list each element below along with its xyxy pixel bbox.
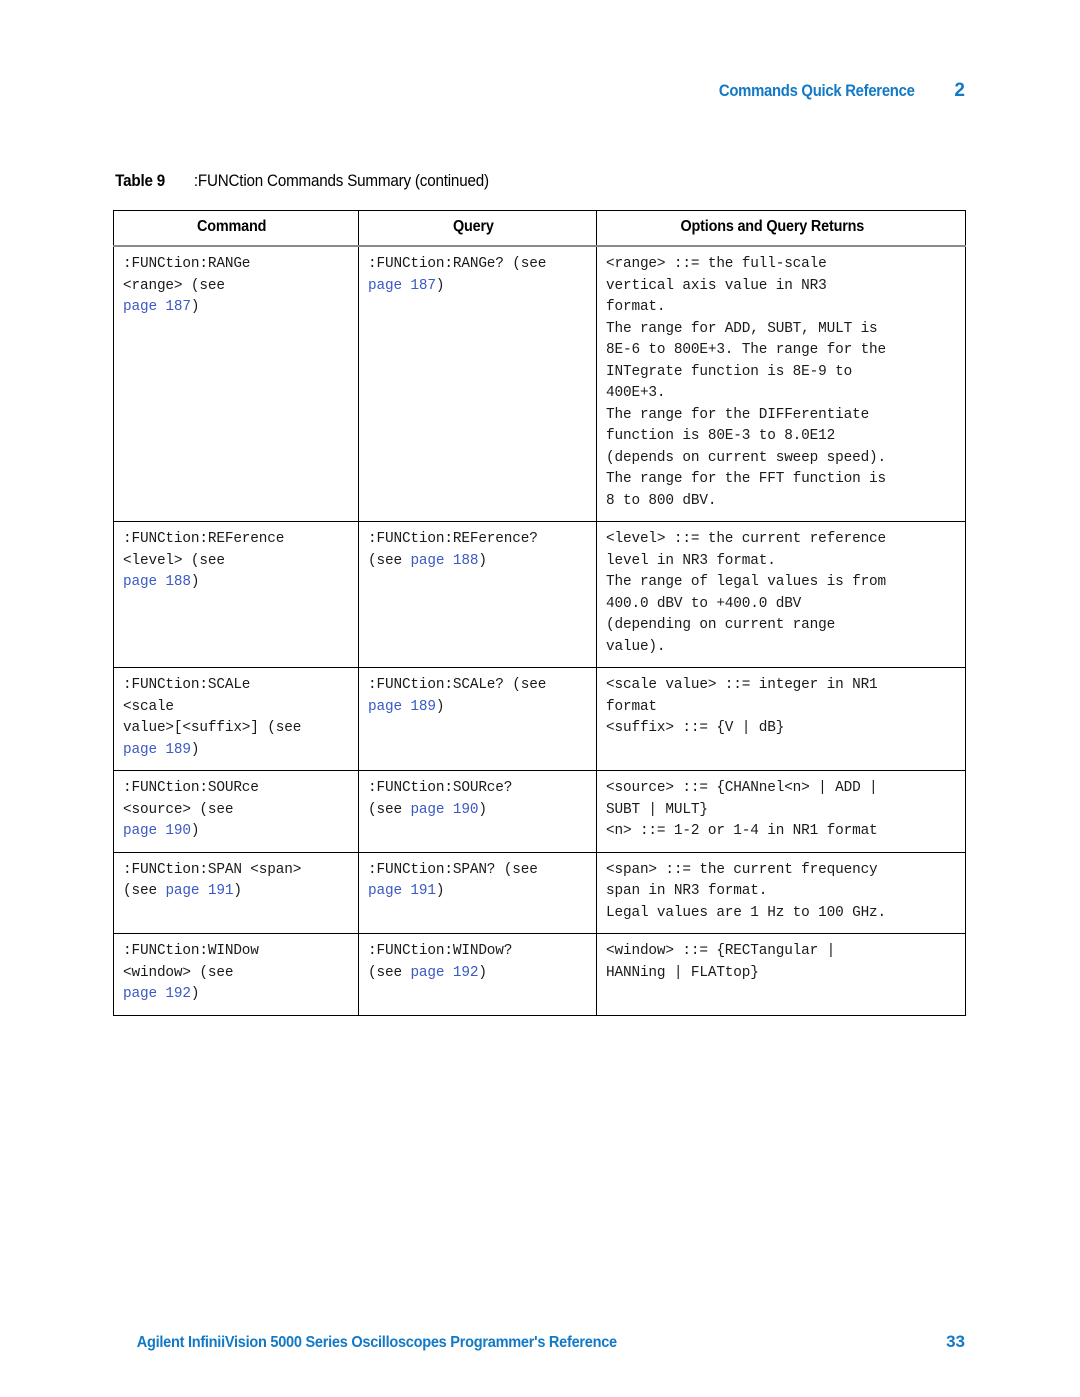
cell-query: :FUNCtion:SCALe? (see page 189) — [358, 667, 597, 771]
options-text: <range> ::= the full-scale vertical axis… — [606, 256, 887, 509]
column-header-options: Options and Query Returns — [596, 210, 966, 247]
table-caption-text: :FUNCtion Commands Summary (continued) — [194, 172, 490, 190]
command-text: :FUNCtion:SCALe <scale value>[<suffix>] … — [123, 677, 302, 758]
running-header: Commands Quick Reference 2 — [113, 80, 965, 104]
header-chapter-number: 2 — [954, 80, 965, 101]
table-row: :FUNCtion:RANGe <range> (see page 187) :… — [113, 246, 966, 522]
query-text: :FUNCtion:SPAN? (see page 191) — [368, 861, 538, 900]
footer-document-title: Agilent InfiniiVision 5000 Series Oscill… — [136, 1334, 617, 1351]
cell-options: <source> ::= {CHANnel<n> | ADD | SUBT | … — [596, 770, 966, 852]
table-row: :FUNCtion:SCALe <scale value>[<suffix>] … — [113, 667, 966, 771]
table-row: :FUNCtion:WINDow <window> (see page 192)… — [113, 933, 966, 1015]
query-text: :FUNCtion:SCALe? (see page 189) — [368, 677, 547, 715]
cell-options: <span> ::= the current frequency span in… — [596, 852, 966, 934]
cell-query: :FUNCtion:WINDow? (see page 192) — [358, 933, 597, 1015]
options-text: <span> ::= the current frequency span in… — [606, 861, 887, 921]
cell-query: :FUNCtion:SPAN? (see page 191) — [358, 852, 597, 934]
table-header-row: Command Query Options and Query Returns — [113, 210, 966, 247]
cell-options: <level> ::= the current reference level … — [596, 521, 966, 668]
cell-command: :FUNCtion:SOURce <source> (see page 190) — [113, 770, 359, 852]
column-header-command: Command — [113, 210, 359, 247]
options-text: <scale value> ::= integer in NR1 format … — [606, 677, 878, 736]
column-header-query: Query — [358, 210, 597, 247]
footer-page-number: 33 — [946, 1332, 965, 1351]
command-text: :FUNCtion:WINDow <window> (see page 192) — [123, 943, 259, 1002]
options-text: <level> ::= the current reference level … — [606, 531, 887, 655]
table-body: :FUNCtion:RANGe <range> (see page 187) :… — [113, 246, 966, 1015]
cell-command: :FUNCtion:WINDow <window> (see page 192) — [113, 933, 359, 1015]
table-row: :FUNCtion:REFerence <level> (see page 18… — [113, 521, 966, 668]
cell-command: :FUNCtion:SCALe <scale value>[<suffix>] … — [113, 667, 359, 771]
command-text: :FUNCtion:REFerence <level> (see page 18… — [123, 531, 285, 590]
header-chapter-title: Commands Quick Reference — [718, 82, 915, 100]
function-commands-summary-table: Command Query Options and Query Returns … — [113, 210, 966, 1016]
table-row: :FUNCtion:SPAN <span> (see page 191) :FU… — [113, 852, 966, 934]
options-text: <window> ::= {RECTangular | HANNing | FL… — [606, 943, 836, 981]
cell-options: <range> ::= the full-scale vertical axis… — [596, 246, 966, 522]
command-text: :FUNCtion:RANGe <range> (see page 187) — [123, 256, 251, 315]
cell-query: :FUNCtion:SOURce? (see page 190) — [358, 770, 597, 852]
command-text: :FUNCtion:SPAN <span> (see page 191) — [123, 861, 302, 900]
document-page: Commands Quick Reference 2 Table 9 :FUNC… — [0, 0, 1080, 1397]
command-text: :FUNCtion:SOURce <source> (see page 190) — [123, 780, 259, 839]
table-caption-label: Table 9 — [115, 172, 166, 190]
cell-query: :FUNCtion:RANGe? (see page 187) — [358, 246, 597, 522]
table-header: Command Query Options and Query Returns — [113, 210, 966, 247]
cell-query: :FUNCtion:REFerence? (see page 188) — [358, 521, 597, 668]
options-text: <source> ::= {CHANnel<n> | ADD | SUBT | … — [606, 780, 878, 839]
page-footer: Agilent InfiniiVision 5000 Series Oscill… — [113, 1332, 965, 1352]
table-row: :FUNCtion:SOURce <source> (see page 190)… — [113, 770, 966, 852]
column-header-options-label: Options and Query Returns — [680, 218, 865, 235]
query-text: :FUNCtion:REFerence? (see page 188) — [368, 531, 538, 569]
cell-options: <scale value> ::= integer in NR1 format … — [596, 667, 966, 771]
table-caption: Table 9 :FUNCtion Commands Summary (cont… — [113, 172, 502, 191]
cell-command: :FUNCtion:SPAN <span> (see page 191) — [113, 852, 359, 934]
query-text: :FUNCtion:RANGe? (see page 187) — [368, 256, 547, 294]
column-header-command-label: Command — [197, 218, 267, 235]
query-text: :FUNCtion:SOURce? (see page 190) — [368, 780, 513, 818]
query-text: :FUNCtion:WINDow? (see page 192) — [368, 943, 513, 981]
cell-options: <window> ::= {RECTangular | HANNing | FL… — [596, 933, 966, 1015]
cell-command: :FUNCtion:REFerence <level> (see page 18… — [113, 521, 359, 668]
column-header-query-label: Query — [453, 218, 494, 235]
cell-command: :FUNCtion:RANGe <range> (see page 187) — [113, 246, 359, 522]
